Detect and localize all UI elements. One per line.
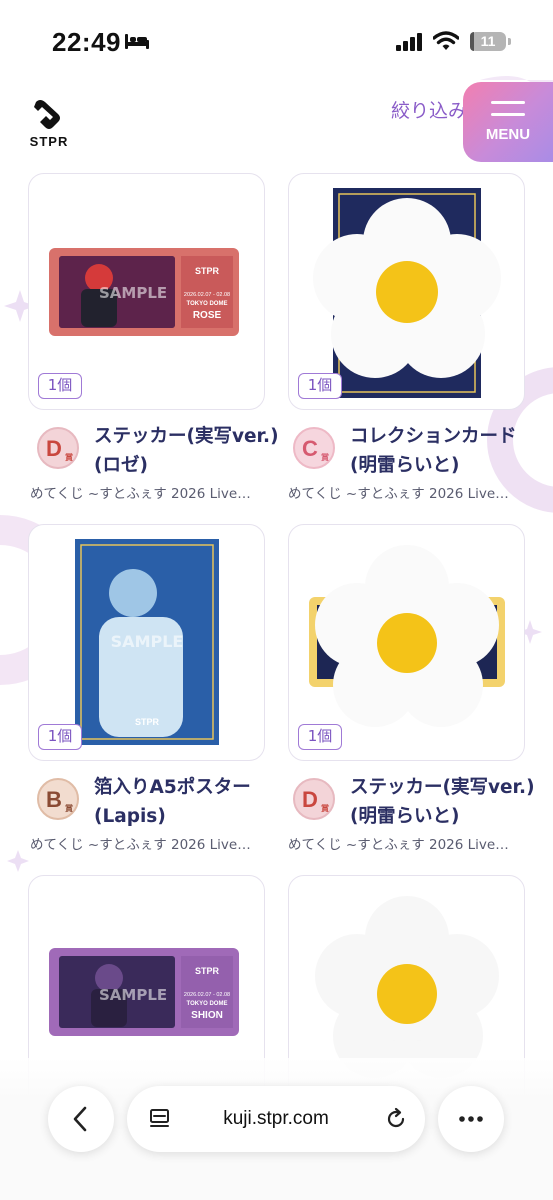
product-title: ステッカー(実写ver.)(明雷らいと) [350,777,535,827]
battery-cap [508,38,511,45]
menu-button[interactable]: MENU [463,82,553,162]
site-header: STPR 絞り込み MENU [0,82,553,164]
status-bar: 22:49 11 [0,0,553,84]
product-card-image[interactable]: SAMPLE STPR 2026.02.07 - 02.08 TOKYO DOM… [28,173,265,410]
logo-text: STPR [29,134,69,149]
svg-text:賞: 賞 [321,803,329,813]
ticket-name: SHION [191,1010,223,1021]
back-button[interactable] [48,1086,114,1152]
filter-link[interactable]: 絞り込み [391,96,467,123]
svg-text:TOKYO DOME: TOKYO DOME [187,301,228,307]
product-subtitle: めてくじ ~すとふぇす 2026 Live… [288,486,509,502]
menu-bar-bottom [491,113,525,116]
reload-icon[interactable] [383,1106,409,1132]
svg-text:B: B [46,787,62,812]
chevron-left-icon [73,1106,87,1132]
quantity-badge: 1個 [298,373,342,399]
wifi-icon [433,31,459,50]
battery-indicator: 11 [470,32,506,51]
svg-text:TOKYO DOME: TOKYO DOME [187,1001,228,1007]
stpr-logo[interactable]: STPR [26,98,72,150]
battery-level-text: 11 [480,33,496,49]
svg-text:C: C [302,436,318,461]
rank-d-badge-icon: D 賞 [293,778,335,820]
product-info[interactable]: D 賞 ステッカー(実写ver.)(明雷らいと) めてくじ ~すとふぇす 202… [288,773,542,863]
flower-sticker-overlay [315,896,499,1078]
svg-text:賞: 賞 [321,452,329,462]
flower-sticker-overlay [315,545,499,727]
product-info[interactable]: D 賞 ステッカー(実写ver.)(ロゼ) めてくじ ~すとふぇす 2026 L… [30,422,286,512]
sample-watermark: SAMPLE [99,284,167,302]
product-title: ステッカー(実写ver.)(ロゼ) [94,426,279,476]
svg-text:D: D [302,787,318,812]
product-card-image[interactable]: 1個 [288,173,525,410]
svg-text:賞: 賞 [65,452,73,462]
more-dots-icon [459,1116,483,1122]
address-bar[interactable]: kuji.stpr.com [127,1086,425,1152]
more-options-button[interactable] [438,1086,504,1152]
cellular-signal-icon [396,33,422,51]
product-info[interactable]: C 賞 コレクションカード(明雷らいと) めてくじ ~すとふぇす 2026 Li… [288,422,542,512]
sample-watermark: SAMPLE [99,986,167,1004]
product-title: コレクションカード(明雷らいと) [350,426,517,476]
svg-text:2026.02.07 - 02.08: 2026.02.07 - 02.08 [184,292,230,298]
rank-c-badge-icon: C 賞 [293,427,335,469]
rank-d-badge-icon: D 賞 [37,427,79,469]
status-time: 22:49 [52,27,121,57]
product-card-image[interactable]: 1個 [288,524,525,761]
svg-text:STPR: STPR [135,717,160,727]
product-grid: SAMPLE STPR 2026.02.07 - 02.08 TOKYO DOM… [0,0,553,1200]
ticket-name: ROSE [193,310,222,321]
menu-bar-top [491,101,525,104]
svg-text:STPR: STPR [195,266,220,276]
quantity-badge: 1個 [298,724,342,750]
product-subtitle: めてくじ ~すとふぇす 2026 Live… [30,837,251,853]
product-subtitle: めてくじ ~すとふぇす 2026 Live… [288,837,509,853]
product-subtitle: めてくじ ~すとふぇす 2026 Live… [30,486,251,502]
rank-b-badge-icon: B 賞 [37,778,79,820]
product-card-image[interactable]: SAMPLE STPR 1個 [28,524,265,761]
svg-text:2026.02.07 - 02.08: 2026.02.07 - 02.08 [184,992,230,998]
svg-text:STPR: STPR [195,966,220,976]
quantity-badge: 1個 [38,373,82,399]
svg-text:賞: 賞 [65,803,73,813]
stpr-logo-mark-icon [34,100,60,129]
sample-watermark: SAMPLE [111,632,184,651]
product-info[interactable]: B 賞 箔入りA5ポスター(Lapis) めてくじ ~すとふぇす 2026 Li… [30,773,286,863]
menu-label: MENU [485,126,531,143]
svg-text:D: D [46,436,62,461]
product-title: 箔入りA5ポスター(Lapis) [94,777,251,827]
sleep-focus-icon [125,34,149,49]
url-text[interactable]: kuji.stpr.com [127,1086,425,1152]
quantity-badge: 1個 [38,724,82,750]
